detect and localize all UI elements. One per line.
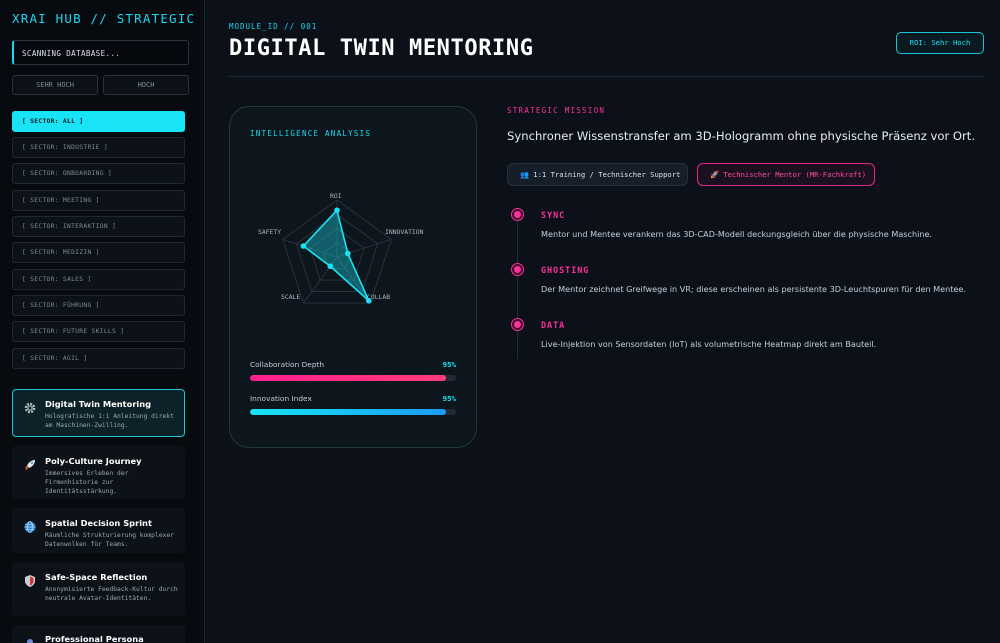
module-card-spatial-decision[interactable]: Spatial Decision Sprint Räumliche Strukt… [12,508,185,553]
radar-point-innovation [345,250,351,257]
module-card-title: Professional Persona [45,634,144,643]
radar-point-scale [327,263,334,270]
sidebar: XRAI HUB // STRATEGIC SCANNING DATABASE.… [0,0,205,643]
module-id: MODULE_ID // 001 [229,22,318,31]
metric-value-innovation: 95% [442,394,456,403]
shield-icon [25,575,35,587]
metric-label-collaboration: Collaboration Depth [250,360,325,369]
mission-label: STRATEGIC MISSION [507,106,606,115]
radar-label-roi: ROI [330,192,342,200]
step-title-ghosting: GHOSTING [541,265,590,275]
module-card-professional-persona[interactable]: Professional Persona [12,625,185,643]
radar-point-safety [300,243,307,249]
filter-sehr-hoch-button[interactable]: SEHR HOCH [12,75,98,95]
sector-sales[interactable]: [ SECTOR: SALES ] [12,269,185,290]
step-text-data: Live-Injektion von Sensordaten (IoT) als… [541,339,877,349]
timeline-dot-sync [512,209,523,220]
gear-icon [24,402,36,414]
search-input[interactable]: SCANNING DATABASE... [12,40,189,65]
sector-agil[interactable]: [ SECTOR: AGIL ] [12,348,185,369]
progress-fill-collaboration [250,375,446,381]
sector-fuehrung[interactable]: [ SECTOR: FÜHRUNG ] [12,295,185,316]
step-text-ghosting: Der Mentor zeichnet Greifwege in VR; die… [541,284,966,294]
rocket-icon [25,460,35,470]
sector-onboarding[interactable]: [ SECTOR: ONBOARDING ] [12,163,185,184]
module-card-poly-culture[interactable]: Poly-Culture Journey Immersives Erleben … [12,446,185,499]
page-title: DIGITAL TWIN MENTORING [229,36,534,61]
module-card-desc: Anonymisierte Feedback-Kultur durch neut… [45,586,178,603]
step-text-sync: Mentor und Mentee verankern das 3D-CAD-M… [541,229,933,239]
header-divider [229,76,985,77]
tag-training[interactable]: 👥 1:1 Training / Technischer Support [507,163,688,186]
module-card-safe-space[interactable]: Safe-Space Reflection Anonymisierte Feed… [12,562,185,616]
module-card-title: Digital Twin Mentoring [45,399,152,409]
timeline-dot-ghosting [512,264,523,275]
sector-industrie[interactable]: [ SECTOR: INDUSTRIE ] [12,137,185,158]
tag-mentor[interactable]: 🚀 Technischer Mentor (MR-Fachkraft) [697,163,875,186]
module-card-desc: Räumliche Strukturierung komplexer Daten… [45,532,174,549]
metric-label-innovation: Innovation Index [250,394,312,403]
progress-bar-collaboration [250,375,456,381]
persona-icon [27,639,33,643]
sector-all[interactable]: [ SECTOR: ALL ] [12,111,185,132]
sector-future-skills[interactable]: [ SECTOR: FUTURE SKILLS ] [12,321,185,342]
module-card-desc: Immersives Erleben der Firmenhistorie zu… [45,470,129,496]
sector-medizin[interactable]: [ SECTOR: MEDIZIN ] [12,242,185,263]
progress-bar-innovation [250,409,456,415]
radar-label-innovation: INNOVATION [385,228,424,236]
module-card-title: Safe-Space Reflection [45,572,148,582]
timeline-dot-data [512,319,523,330]
module-card-title: Spatial Decision Sprint [45,518,152,528]
roi-badge: ROI: Sehr Hoch [896,32,984,54]
radar-label-safety: SAFETY [258,228,282,236]
timeline-line [517,214,518,359]
radar-label-scale: SCALE [281,293,301,301]
globe-icon [24,521,36,533]
radar-point-roi [334,207,340,214]
sector-interaktion[interactable]: [ SECTOR: INTERAKTION ] [12,216,185,237]
step-title-sync: SYNC [541,210,566,220]
brand-title: XRAI HUB // STRATEGIC [12,11,196,26]
sector-meeting[interactable]: [ SECTOR: MEETING ] [12,190,185,211]
mission-text: Synchroner Wissenstransfer am 3D-Hologra… [507,129,976,143]
radar-area [302,208,370,302]
metric-value-collaboration: 95% [442,360,456,369]
radar-chart [282,199,392,304]
module-card-desc: Holografische 1:1 Anleitung direkt am Ma… [45,413,174,430]
radar-label-collab: COLLAB [367,293,391,301]
module-card-digital-twin[interactable]: Digital Twin Mentoring Holografische 1:1… [12,389,185,437]
step-title-data: DATA [541,320,566,330]
module-card-title: Poly-Culture Journey [45,456,142,466]
filter-hoch-button[interactable]: HOCH [103,75,189,95]
progress-fill-innovation [250,409,446,415]
intelligence-analysis-panel: INTELLIGENCE ANALYSIS ROI INNOVATION COL… [229,106,477,448]
